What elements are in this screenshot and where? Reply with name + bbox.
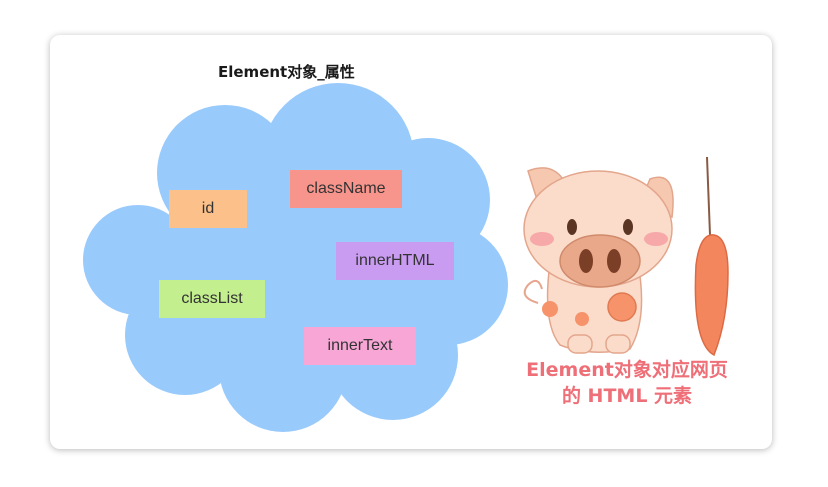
property-tag-label: id bbox=[201, 200, 215, 217]
slide-card: Element对象_属性 id className innerHTML clas… bbox=[50, 35, 772, 449]
property-tag-label: innerHTML bbox=[355, 252, 435, 269]
caption-line-2: 的 HTML 元素 bbox=[561, 385, 693, 407]
property-tag-label: innerText bbox=[327, 337, 393, 354]
property-tag-innertext: innerText bbox=[304, 327, 416, 365]
caption-line-1: Element对象对应网页 bbox=[526, 359, 728, 381]
caption-text: Element对象对应网页 的 HTML 元素 bbox=[502, 357, 752, 409]
slide-canvas: Element对象_属性 id className innerHTML clas… bbox=[0, 0, 828, 487]
property-tag-classlist: classList bbox=[159, 280, 265, 318]
property-tag-classname: className bbox=[290, 170, 402, 208]
property-tag-id: id bbox=[169, 190, 247, 228]
property-tag-label: classList bbox=[181, 290, 243, 307]
property-tag-innerhtml: innerHTML bbox=[336, 242, 454, 280]
pig-illustration bbox=[523, 156, 729, 357]
property-tag-label: className bbox=[306, 180, 386, 197]
